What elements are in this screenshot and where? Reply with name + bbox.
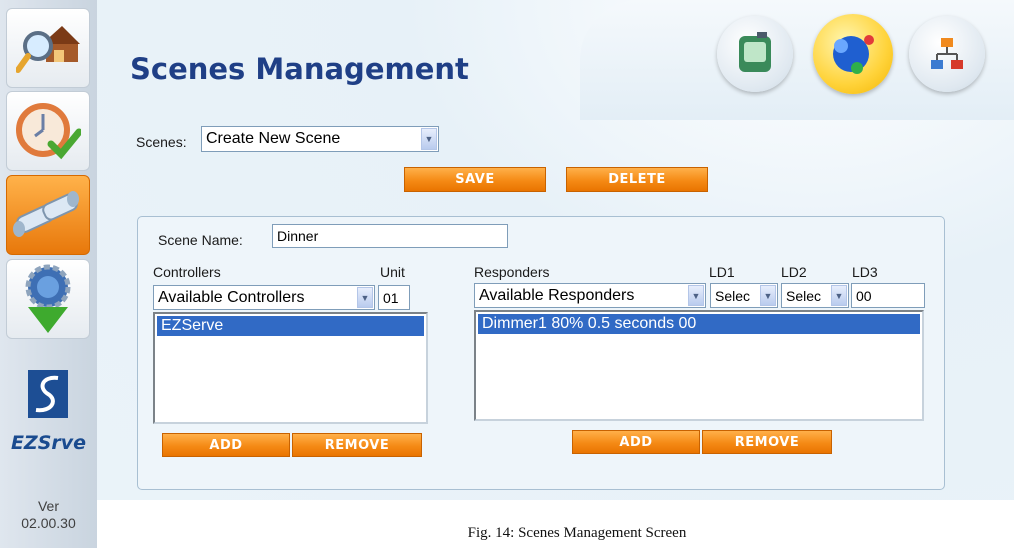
scenes-select-value: Create New Scene: [206, 130, 341, 147]
chevron-down-icon[interactable]: ▼: [760, 285, 776, 306]
list-item[interactable]: EZServe: [157, 316, 424, 336]
ld1-select[interactable]: Selec ▼: [710, 283, 778, 308]
ld2-select-value: Selec: [786, 287, 822, 304]
device-button[interactable]: [717, 16, 793, 92]
network-nodes-icon: [833, 35, 874, 74]
sidebar-item-schedule[interactable]: [6, 91, 90, 171]
page-title: Scenes Management: [130, 52, 469, 86]
hierarchy-button[interactable]: [909, 16, 985, 92]
ezsrve-logo-icon: [28, 370, 68, 418]
sidebar: EZSrve Ver 02.00.30: [0, 0, 97, 548]
save-button[interactable]: SAVE: [404, 167, 546, 192]
responders-list[interactable]: Dimmer1 80% 0.5 seconds 00: [474, 310, 924, 421]
device-icon: [739, 32, 771, 72]
clock-check-icon: [16, 103, 81, 160]
chevron-down-icon[interactable]: ▼: [421, 128, 437, 150]
house-search-icon: [16, 26, 80, 73]
ld3-input[interactable]: 00: [851, 283, 925, 308]
brand-name: EZSrve: [10, 432, 87, 454]
chevron-down-icon[interactable]: ▼: [831, 285, 847, 306]
chevron-down-icon[interactable]: ▼: [357, 287, 373, 308]
responders-label: Responders: [474, 264, 550, 280]
scenes-select[interactable]: Create New Scene ▼: [201, 126, 439, 152]
sidebar-item-update[interactable]: [6, 259, 90, 339]
unit-label: Unit: [380, 264, 405, 280]
unit-input[interactable]: 01: [378, 285, 410, 310]
ld2-select[interactable]: Selec ▼: [781, 283, 849, 308]
chevron-down-icon[interactable]: ▼: [688, 285, 704, 306]
sidebar-item-home-search[interactable]: [6, 8, 90, 88]
controllers-list[interactable]: EZServe: [153, 312, 428, 424]
sidebar-item-scenes[interactable]: [6, 175, 90, 255]
controllers-label: Controllers: [153, 264, 221, 280]
remove-controller-button[interactable]: REMOVE: [292, 433, 422, 457]
version-label: Ver: [37, 498, 59, 514]
ld3-label: LD3: [852, 264, 878, 280]
scene-name-input[interactable]: Dinner: [272, 224, 508, 248]
add-controller-button[interactable]: ADD: [162, 433, 290, 457]
responders-select-value: Available Responders: [479, 286, 635, 304]
controllers-select-value: Available Controllers: [158, 288, 305, 306]
pipes-icon: [13, 191, 79, 237]
add-responder-button[interactable]: ADD: [572, 430, 700, 454]
scene-name-label: Scene Name:: [158, 232, 243, 248]
network-button[interactable]: [813, 14, 893, 94]
delete-button[interactable]: DELETE: [566, 167, 708, 192]
controllers-select[interactable]: Available Controllers ▼: [153, 285, 375, 310]
figure-caption: Fig. 14: Scenes Management Screen: [467, 525, 687, 541]
remove-responder-button[interactable]: REMOVE: [702, 430, 832, 454]
ld1-select-value: Selec: [715, 287, 751, 304]
globe-download-icon: [25, 264, 71, 333]
scenes-label: Scenes:: [136, 134, 187, 150]
hierarchy-icon: [931, 38, 963, 69]
list-item[interactable]: Dimmer1 80% 0.5 seconds 00: [478, 314, 920, 334]
ld1-label: LD1: [709, 264, 735, 280]
responders-select[interactable]: Available Responders ▼: [474, 283, 706, 308]
ld2-label: LD2: [781, 264, 807, 280]
